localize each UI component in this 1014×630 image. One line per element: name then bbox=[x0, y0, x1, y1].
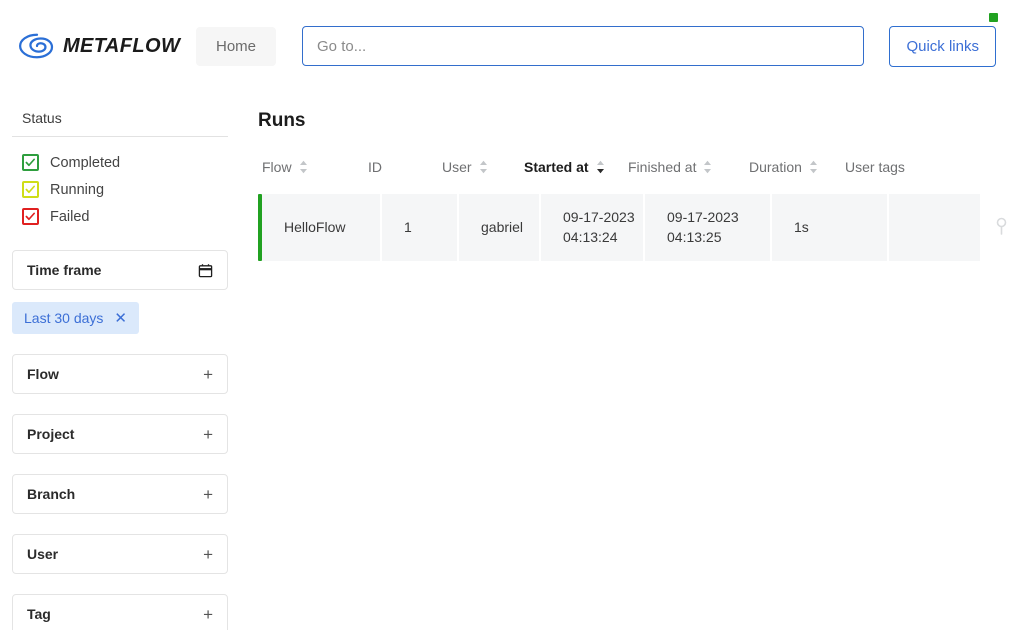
filter-section-branch[interactable]: Branch + bbox=[12, 474, 228, 514]
timeframe-chip-last-30-days[interactable]: Last 30 days ✕ bbox=[12, 302, 139, 334]
status-filter-list: Completed Running Failed bbox=[12, 149, 228, 230]
row-pin-button[interactable] bbox=[982, 194, 1014, 261]
runs-main-panel: Runs Flow ID User Started at Finished at… bbox=[240, 92, 1014, 261]
sort-icon[interactable] bbox=[479, 160, 488, 174]
sort-icon[interactable] bbox=[299, 160, 308, 174]
sort-icon[interactable] bbox=[703, 160, 712, 174]
calendar-icon bbox=[198, 263, 213, 278]
filter-label-branch: Branch bbox=[27, 486, 76, 502]
column-label-user: User bbox=[442, 159, 472, 175]
column-header-duration[interactable]: Duration bbox=[749, 159, 845, 175]
cell-duration: 1s bbox=[772, 194, 887, 261]
column-header-flow[interactable]: Flow bbox=[262, 159, 368, 175]
connection-status-indicator bbox=[989, 13, 998, 22]
plus-icon[interactable]: + bbox=[203, 426, 213, 443]
filter-section-project[interactable]: Project + bbox=[12, 414, 228, 454]
metaflow-eye-logo-icon bbox=[18, 31, 56, 61]
column-label-id: ID bbox=[368, 159, 382, 175]
top-navigation-bar: METAFLOW Home Quick links bbox=[0, 0, 1014, 92]
filter-label-user: User bbox=[27, 546, 59, 562]
column-label-started-at: Started at bbox=[524, 159, 589, 175]
page-body: Status Completed Running Failed Time fra… bbox=[0, 92, 1014, 630]
status-filter-completed[interactable]: Completed bbox=[22, 149, 218, 176]
search-input[interactable] bbox=[302, 26, 865, 66]
column-label-duration: Duration bbox=[749, 159, 802, 175]
column-header-user[interactable]: User bbox=[442, 159, 524, 175]
status-filter-failed[interactable]: Failed bbox=[22, 203, 218, 230]
plus-icon[interactable]: + bbox=[203, 606, 213, 623]
brand-name: METAFLOW bbox=[63, 34, 181, 57]
filter-section-tag[interactable]: Tag + bbox=[12, 594, 228, 630]
timeframe-label: Time frame bbox=[27, 262, 102, 278]
status-label-failed: Failed bbox=[50, 208, 90, 225]
cell-user: gabriel bbox=[459, 194, 539, 261]
cell-started-at: 09-17-2023 04:13:24 bbox=[541, 194, 643, 261]
cell-flow: HelloFlow bbox=[262, 194, 380, 261]
quick-links-button[interactable]: Quick links bbox=[889, 25, 996, 67]
cell-id: 1 bbox=[382, 194, 457, 261]
column-header-started-at[interactable]: Started at bbox=[524, 159, 628, 175]
timeframe-chip-label: Last 30 days bbox=[24, 310, 104, 326]
checkbox-failed[interactable] bbox=[22, 208, 39, 225]
cell-user-tags bbox=[889, 194, 980, 261]
filter-label-flow: Flow bbox=[27, 366, 59, 382]
filter-label-project: Project bbox=[27, 426, 75, 442]
sidebar-divider bbox=[12, 136, 228, 137]
runs-table: Flow ID User Started at Finished at Dura… bbox=[258, 154, 1014, 261]
column-label-flow: Flow bbox=[262, 159, 292, 175]
home-button[interactable]: Home bbox=[196, 26, 277, 66]
checkbox-running[interactable] bbox=[22, 181, 39, 198]
column-label-user-tags: User tags bbox=[845, 159, 905, 175]
filter-label-tag: Tag bbox=[27, 606, 51, 622]
checkbox-completed[interactable] bbox=[22, 154, 39, 171]
plus-icon[interactable]: + bbox=[203, 486, 213, 503]
plus-icon[interactable]: + bbox=[203, 366, 213, 383]
sort-icon[interactable] bbox=[809, 160, 818, 174]
status-label-completed: Completed bbox=[50, 154, 121, 171]
page-title: Runs bbox=[258, 110, 306, 131]
filter-sidebar: Status Completed Running Failed Time fra… bbox=[0, 92, 240, 630]
search-container bbox=[302, 26, 865, 66]
column-header-id[interactable]: ID bbox=[368, 159, 442, 175]
status-section-title: Status bbox=[22, 110, 62, 126]
status-filter-running[interactable]: Running bbox=[22, 176, 218, 203]
filter-section-user[interactable]: User + bbox=[12, 534, 228, 574]
brand[interactable]: METAFLOW bbox=[18, 31, 181, 61]
column-label-finished-at: Finished at bbox=[628, 159, 697, 175]
sort-icon-descending[interactable] bbox=[596, 160, 605, 174]
status-label-running: Running bbox=[50, 181, 105, 198]
close-icon[interactable]: ✕ bbox=[114, 311, 127, 326]
table-header-row: Flow ID User Started at Finished at Dura… bbox=[258, 154, 1014, 180]
plus-icon[interactable]: + bbox=[203, 546, 213, 563]
cell-finished-at: 09-17-2023 04:13:25 bbox=[645, 194, 770, 261]
column-header-finished-at[interactable]: Finished at bbox=[628, 159, 749, 175]
pin-icon bbox=[995, 217, 1008, 237]
table-row[interactable]: HelloFlow 1 gabriel 09-17-2023 04:13:24 … bbox=[258, 194, 1014, 261]
filter-section-flow[interactable]: Flow + bbox=[12, 354, 228, 394]
timeframe-selector[interactable]: Time frame bbox=[12, 250, 228, 290]
column-header-user-tags[interactable]: User tags bbox=[845, 159, 941, 175]
